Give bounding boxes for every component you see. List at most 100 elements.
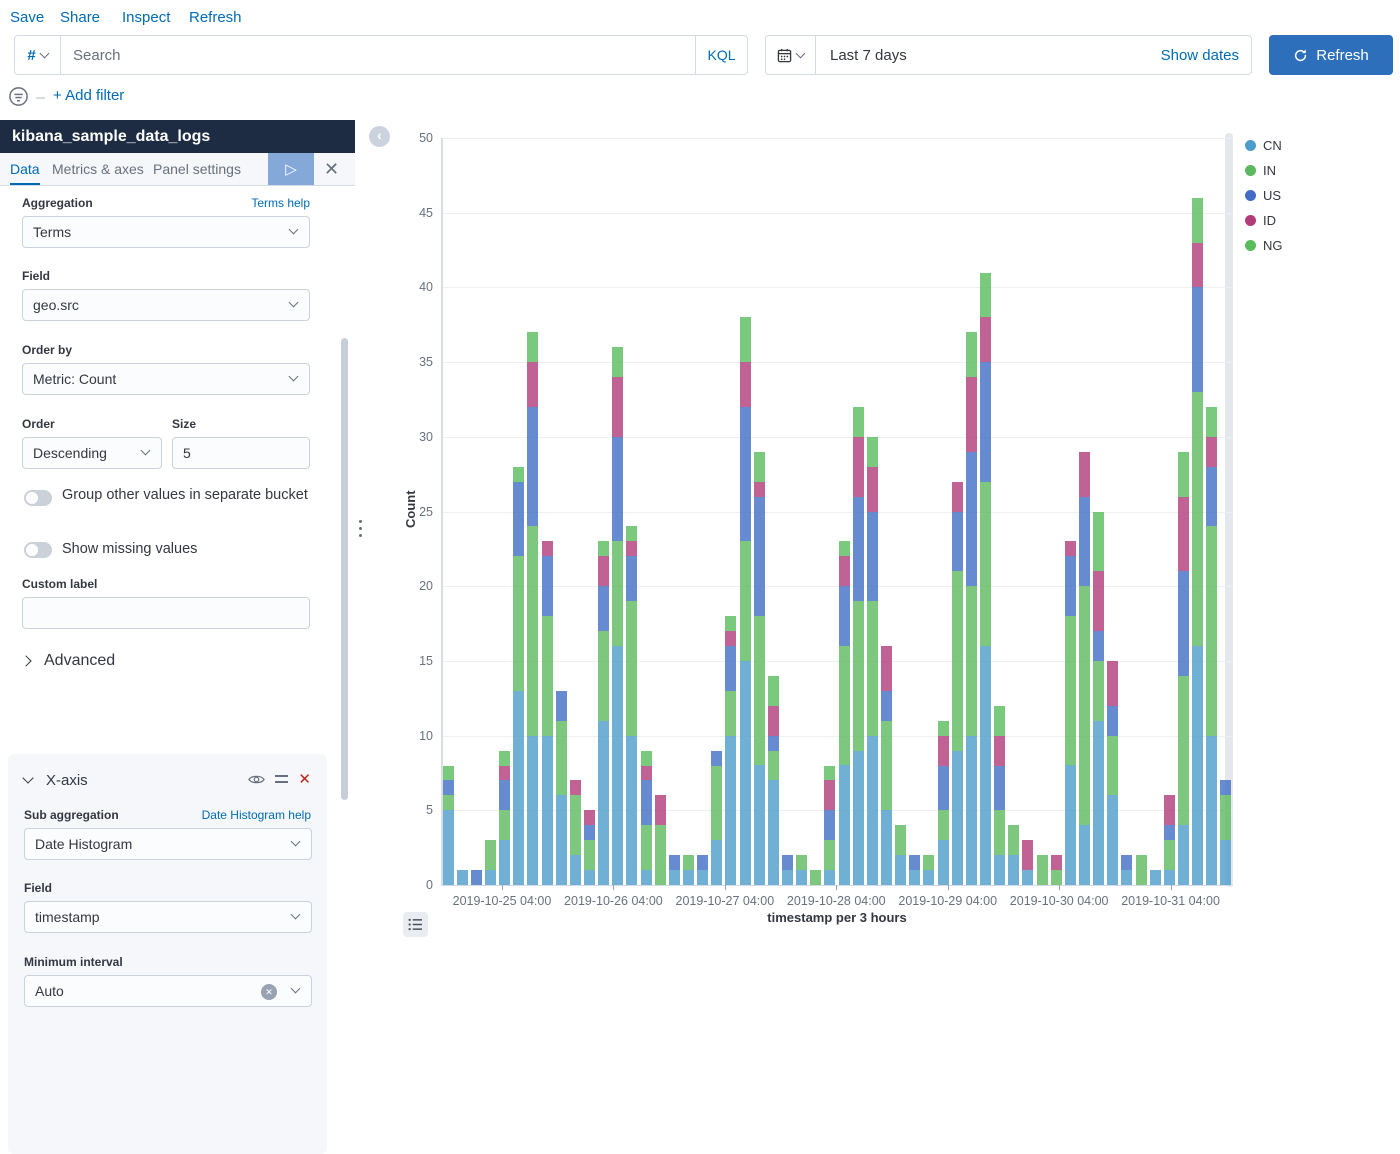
bar-segment-US[interactable] [740,407,751,541]
bar-segment-US[interactable] [867,512,878,602]
bar-segment-IN[interactable] [711,766,722,841]
time-range-value[interactable]: Last 7 days [816,47,1161,64]
share-link[interactable]: Share [60,9,100,26]
bar-segment-CN[interactable] [853,751,864,885]
stacked-bar[interactable] [768,138,779,885]
bar-segment-US[interactable] [443,780,454,795]
bar-segment-IN[interactable] [980,482,991,646]
bar-segment-US[interactable] [725,646,736,691]
stacked-bar[interactable] [895,138,906,885]
stacked-bar[interactable] [598,138,609,885]
bar-segment-NG[interactable] [598,541,609,556]
bar-segment-US[interactable] [1121,855,1132,870]
bar-segment-NG[interactable] [527,332,538,362]
apply-changes-button[interactable]: ▷ [268,153,314,185]
bar-segment-CN[interactable] [867,736,878,885]
stacked-bar[interactable] [499,138,510,885]
stacked-bar[interactable] [669,138,680,885]
bar-segment-ID[interactable] [966,377,977,452]
bar-segment-CN[interactable] [923,870,934,885]
bar-segment-CN[interactable] [980,646,991,885]
bar-segment-ID[interactable] [980,317,991,362]
bar-segment-NG[interactable] [768,676,779,706]
bar-segment-ID[interactable] [1093,571,1104,631]
bar-segment-CN[interactable] [485,870,496,885]
bar-segment-IN[interactable] [1206,526,1217,735]
bar-segment-US[interactable] [966,452,977,586]
bar-segment-IN[interactable] [570,795,581,855]
bar-segment-US[interactable] [1065,556,1076,616]
stacked-bar[interactable] [443,138,454,885]
bar-segment-IN[interactable] [768,751,779,781]
bar-segment-IN[interactable] [626,601,637,735]
stacked-bar[interactable] [1121,138,1132,885]
bar-segment-US[interactable] [994,766,1005,811]
bar-segment-US[interactable] [1220,780,1231,795]
bar-segment-IN[interactable] [1093,661,1104,721]
bar-segment-IN[interactable] [810,870,821,885]
bar-segment-IN[interactable] [1037,855,1048,885]
bar-segment-IN[interactable] [754,616,765,765]
bar-segment-IN[interactable] [683,855,694,870]
stacked-bar[interactable] [1093,138,1104,885]
bar-segment-ID[interactable] [626,541,637,556]
tab-panel-settings[interactable]: Panel settings [153,153,241,185]
bar-segment-US[interactable] [1178,571,1189,676]
bar-segment-IN[interactable] [542,616,553,736]
bar-segment-CN[interactable] [527,736,538,885]
stacked-bar[interactable] [867,138,878,885]
bar-segment-IN[interactable] [895,825,906,855]
bar-segment-CN[interactable] [1065,765,1076,885]
stacked-bar[interactable] [725,138,736,885]
bar-segment-NG[interactable] [513,467,524,482]
bar-segment-ID[interactable] [867,467,878,512]
stacked-bar[interactable] [626,138,637,885]
bar-segment-IN[interactable] [966,586,977,735]
bar-segment-ID[interactable] [1107,661,1118,706]
order-select[interactable]: Descending [22,437,162,469]
bar-segment-ID[interactable] [655,795,666,825]
bar-segment-CN[interactable] [966,736,977,885]
legend-item-IN[interactable]: IN [1245,158,1283,183]
bar-segment-NG[interactable] [1178,452,1189,497]
bar-segment-CN[interactable] [584,870,595,885]
bar-segment-IN[interactable] [1178,676,1189,825]
bar-segment-ID[interactable] [499,766,510,781]
stacked-bar[interactable] [641,138,652,885]
refresh-button[interactable]: Refresh [1269,35,1393,75]
bar-segment-CN[interactable] [641,870,652,885]
bar-segment-ID[interactable] [542,541,553,556]
calendar-menu-button[interactable] [766,36,816,74]
bar-segment-US[interactable] [499,780,510,810]
bar-segment-IN[interactable] [853,601,864,750]
bar-segment-ID[interactable] [527,362,538,407]
bar-segment-IN[interactable] [994,810,1005,855]
bar-segment-CN[interactable] [740,661,751,885]
collapse-editor-button[interactable]: ‹ [369,126,390,147]
stacked-bar[interactable] [740,138,751,885]
custom-label-input[interactable] [22,597,310,629]
bar-segment-US[interactable] [938,766,949,811]
inspect-link[interactable]: Inspect [122,9,170,26]
bar-segment-US[interactable] [824,810,835,840]
bar-segment-IN[interactable] [740,541,751,661]
stacked-bar[interactable] [556,138,567,885]
bar-segment-NG[interactable] [443,766,454,781]
stacked-bar[interactable] [881,138,892,885]
bar-segment-CN[interactable] [1192,646,1203,885]
bar-segment-NG[interactable] [966,332,977,377]
bar-segment-IN[interactable] [584,840,595,870]
bar-segment-NG[interactable] [867,437,878,467]
bar-segment-US[interactable] [853,497,864,602]
bar-segment-IN[interactable] [612,541,623,646]
bar-segment-ID[interactable] [1206,437,1217,467]
bar-segment-CN[interactable] [1150,870,1161,885]
bar-segment-US[interactable] [584,825,595,840]
bar-segment-ID[interactable] [1178,497,1189,572]
legend-item-NG[interactable]: NG [1245,233,1283,258]
stacked-bar[interactable] [471,138,482,885]
bar-segment-ID[interactable] [768,706,779,736]
bar-segment-ID[interactable] [952,482,963,512]
bar-segment-US[interactable] [612,437,623,542]
bar-segment-CN[interactable] [1206,736,1217,885]
